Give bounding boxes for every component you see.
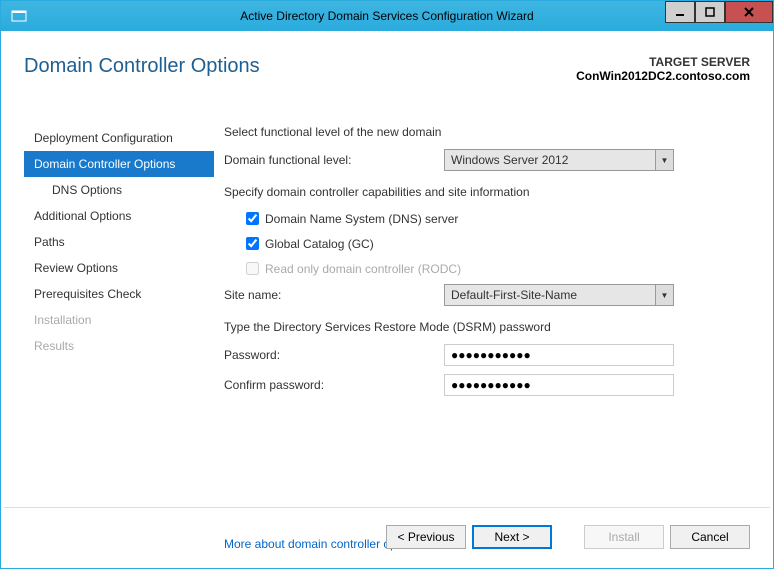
titlebar: Active Directory Domain Services Configu… xyxy=(1,1,773,31)
gc-checkbox[interactable] xyxy=(246,237,259,250)
close-button[interactable] xyxy=(725,1,773,23)
cancel-button[interactable]: Cancel xyxy=(670,525,750,549)
wizard-window: Active Directory Domain Services Configu… xyxy=(0,0,774,569)
dns-checkbox[interactable] xyxy=(246,212,259,225)
rodc-checkbox-label: Read only domain controller (RODC) xyxy=(265,262,461,276)
window-title: Active Directory Domain Services Configu… xyxy=(1,9,773,23)
chevron-down-icon[interactable]: ▼ xyxy=(655,285,673,305)
sidebar-item-paths[interactable]: Paths xyxy=(24,229,214,255)
sidebar-item-deployment-configuration[interactable]: Deployment Configuration xyxy=(24,125,214,151)
footer: < Previous Next > Install Cancel xyxy=(4,507,770,565)
password-input[interactable] xyxy=(444,344,674,366)
header-row: Domain Controller Options TARGET SERVER … xyxy=(4,35,770,125)
rodc-checkbox-row: Read only domain controller (RODC) xyxy=(224,259,740,278)
site-name-combo[interactable]: Default-First-Site-Name ▼ xyxy=(444,284,674,306)
main-panel: Select functional level of the new domai… xyxy=(214,125,770,495)
target-server-block: TARGET SERVER ConWin2012DC2.contoso.com xyxy=(576,55,750,83)
domain-functional-level-combo[interactable]: Windows Server 2012 ▼ xyxy=(444,149,674,171)
install-button: Install xyxy=(584,525,664,549)
gc-checkbox-label: Global Catalog (GC) xyxy=(265,237,374,251)
section-functional-level: Select functional level of the new domai… xyxy=(224,125,740,139)
sidebar-item-dns-options[interactable]: DNS Options xyxy=(24,177,214,203)
section-capabilities: Specify domain controller capabilities a… xyxy=(224,185,740,199)
previous-button[interactable]: < Previous xyxy=(386,525,466,549)
dns-checkbox-label: Domain Name System (DNS) server xyxy=(265,212,458,226)
gc-checkbox-row: Global Catalog (GC) xyxy=(224,234,740,253)
confirm-password-input[interactable] xyxy=(444,374,674,396)
sidebar-item-additional-options[interactable]: Additional Options xyxy=(24,203,214,229)
sidebar-item-review-options[interactable]: Review Options xyxy=(24,255,214,281)
section-dsrm: Type the Directory Services Restore Mode… xyxy=(224,320,740,334)
target-server-label: TARGET SERVER xyxy=(576,55,750,69)
app-icon xyxy=(9,6,29,26)
sidebar-item-results: Results xyxy=(24,333,214,359)
dns-checkbox-row: Domain Name System (DNS) server xyxy=(224,209,740,228)
maximize-button[interactable] xyxy=(695,1,725,23)
next-button[interactable]: Next > xyxy=(472,525,552,549)
password-label: Password: xyxy=(224,348,444,362)
confirm-password-label: Confirm password: xyxy=(224,378,444,392)
site-name-value: Default-First-Site-Name xyxy=(445,285,655,305)
sidebar-item-prerequisites-check[interactable]: Prerequisites Check xyxy=(24,281,214,307)
sidebar-item-domain-controller-options[interactable]: Domain Controller Options xyxy=(24,151,214,177)
domain-functional-level-label: Domain functional level: xyxy=(224,153,444,167)
sidebar-item-installation: Installation xyxy=(24,307,214,333)
rodc-checkbox xyxy=(246,262,259,275)
minimize-button[interactable] xyxy=(665,1,695,23)
target-server-name: ConWin2012DC2.contoso.com xyxy=(576,69,750,83)
sidebar: Deployment Configuration Domain Controll… xyxy=(24,125,214,495)
site-name-label: Site name: xyxy=(224,288,444,302)
window-controls xyxy=(665,1,773,23)
domain-functional-level-value: Windows Server 2012 xyxy=(445,150,655,170)
chevron-down-icon[interactable]: ▼ xyxy=(655,150,673,170)
